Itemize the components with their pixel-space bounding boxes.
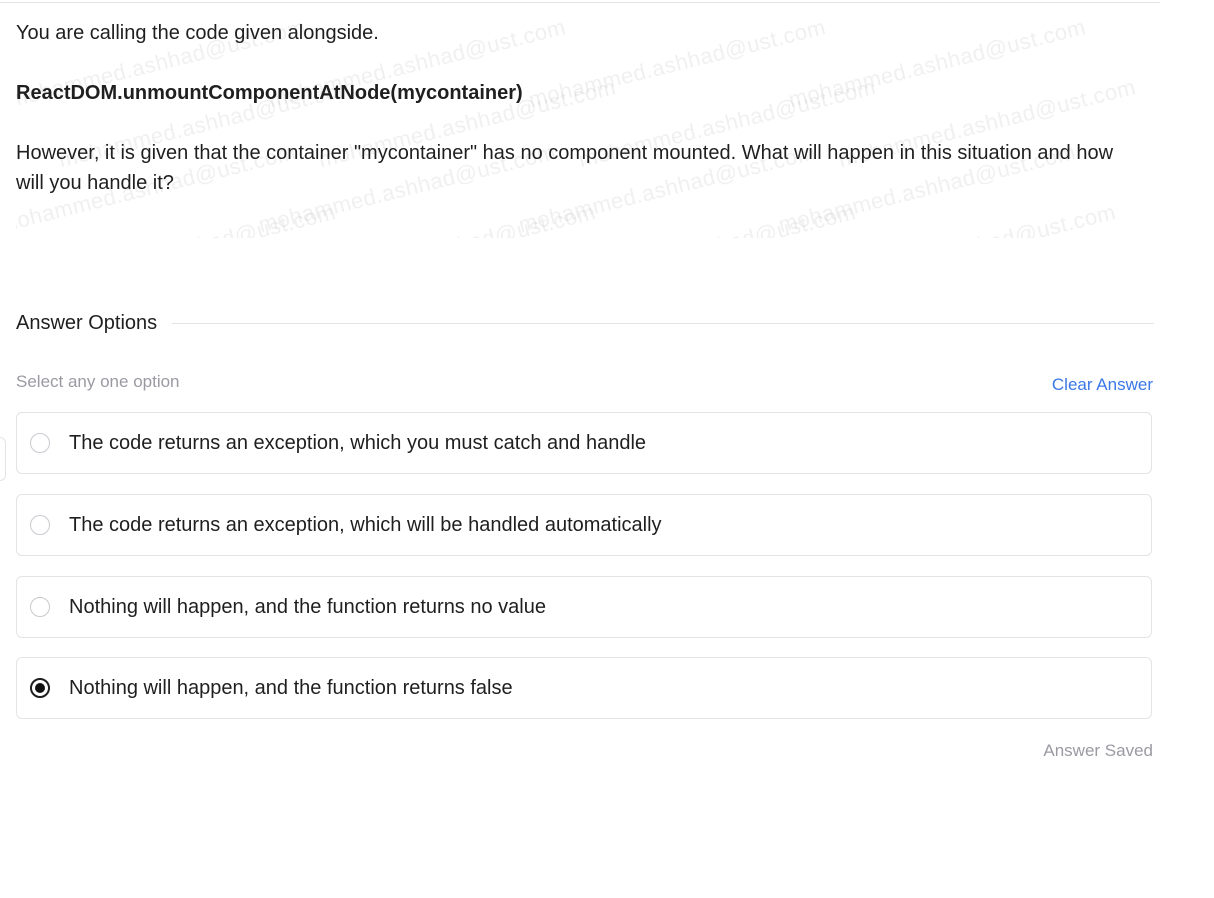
- radio-button[interactable]: [30, 597, 50, 617]
- top-divider: [0, 2, 1160, 3]
- answer-options-header: Answer Options: [16, 308, 1154, 338]
- radio-button-selected[interactable]: [30, 678, 50, 698]
- question-body: However, it is given that the container …: [16, 142, 1114, 194]
- side-tab[interactable]: [0, 437, 6, 481]
- question-block: mohammed.ashhad@ust.com mohammed.ashhad@…: [16, 18, 1156, 238]
- question-page: mohammed.ashhad@ust.com mohammed.ashhad@…: [0, 0, 1214, 898]
- watermark-text: mohammed.ashhad@ust.com: [526, 18, 829, 113]
- answer-option-1[interactable]: The code returns an exception, which you…: [16, 412, 1152, 474]
- watermark-text: mohammed.ashhad@ust.com: [816, 199, 1119, 238]
- answer-option-label: Nothing will happen, and the function re…: [69, 676, 513, 699]
- watermark-text: mohammed.ashhad@ust.com: [36, 199, 339, 238]
- clear-answer-button[interactable]: Clear Answer: [1052, 375, 1153, 395]
- watermark-text: mohammed.ashhad@ust.com: [296, 199, 599, 238]
- answer-option-4[interactable]: Nothing will happen, and the function re…: [16, 657, 1152, 719]
- answer-option-3[interactable]: Nothing will happen, and the function re…: [16, 576, 1152, 638]
- answer-saved-status: Answer Saved: [1043, 741, 1153, 760]
- radio-button[interactable]: [30, 515, 50, 535]
- question-code: ReactDOM.unmountComponentAtNode(mycontai…: [16, 82, 523, 104]
- answer-option-label: Nothing will happen, and the function re…: [69, 595, 546, 618]
- question-intro: You are calling the code given alongside…: [16, 22, 379, 44]
- watermark-text: mohammed.ashhad@ust.com: [556, 199, 859, 238]
- answer-option-label: The code returns an exception, which wil…: [69, 513, 662, 536]
- watermark-text: mohammed.ashhad@ust.com: [786, 18, 1089, 113]
- section-divider: [172, 322, 1154, 324]
- select-hint: Select any one option: [16, 372, 180, 391]
- radio-button[interactable]: [30, 433, 50, 453]
- answer-option-label: The code returns an exception, which you…: [69, 431, 647, 454]
- answer-option-2[interactable]: The code returns an exception, which wil…: [16, 494, 1152, 556]
- answer-options-title: Answer Options: [16, 311, 158, 334]
- watermark: mohammed.ashhad@ust.com mohammed.ashhad@…: [16, 18, 1156, 238]
